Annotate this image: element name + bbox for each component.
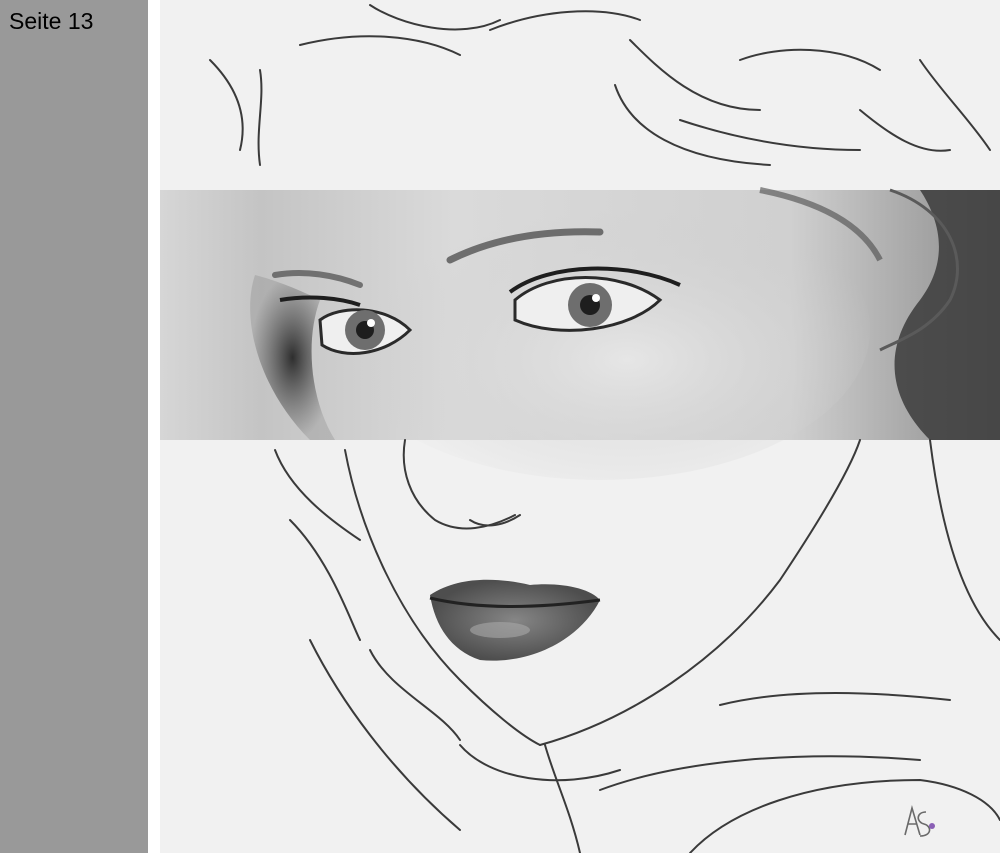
page-number-label: Seite 13 — [9, 8, 94, 34]
page-sidebar: Seite 13 — [0, 0, 148, 853]
artist-signature — [904, 805, 935, 837]
hair-outline-top — [209, 4, 991, 166]
page-gutter — [148, 0, 160, 853]
shaded-eye-band — [160, 180, 1000, 480]
face-outline-lower — [274, 439, 1000, 853]
scanned-page[interactable] — [160, 0, 1000, 853]
pencil-drawing — [160, 4, 1000, 853]
shaded-lips — [429, 579, 601, 661]
